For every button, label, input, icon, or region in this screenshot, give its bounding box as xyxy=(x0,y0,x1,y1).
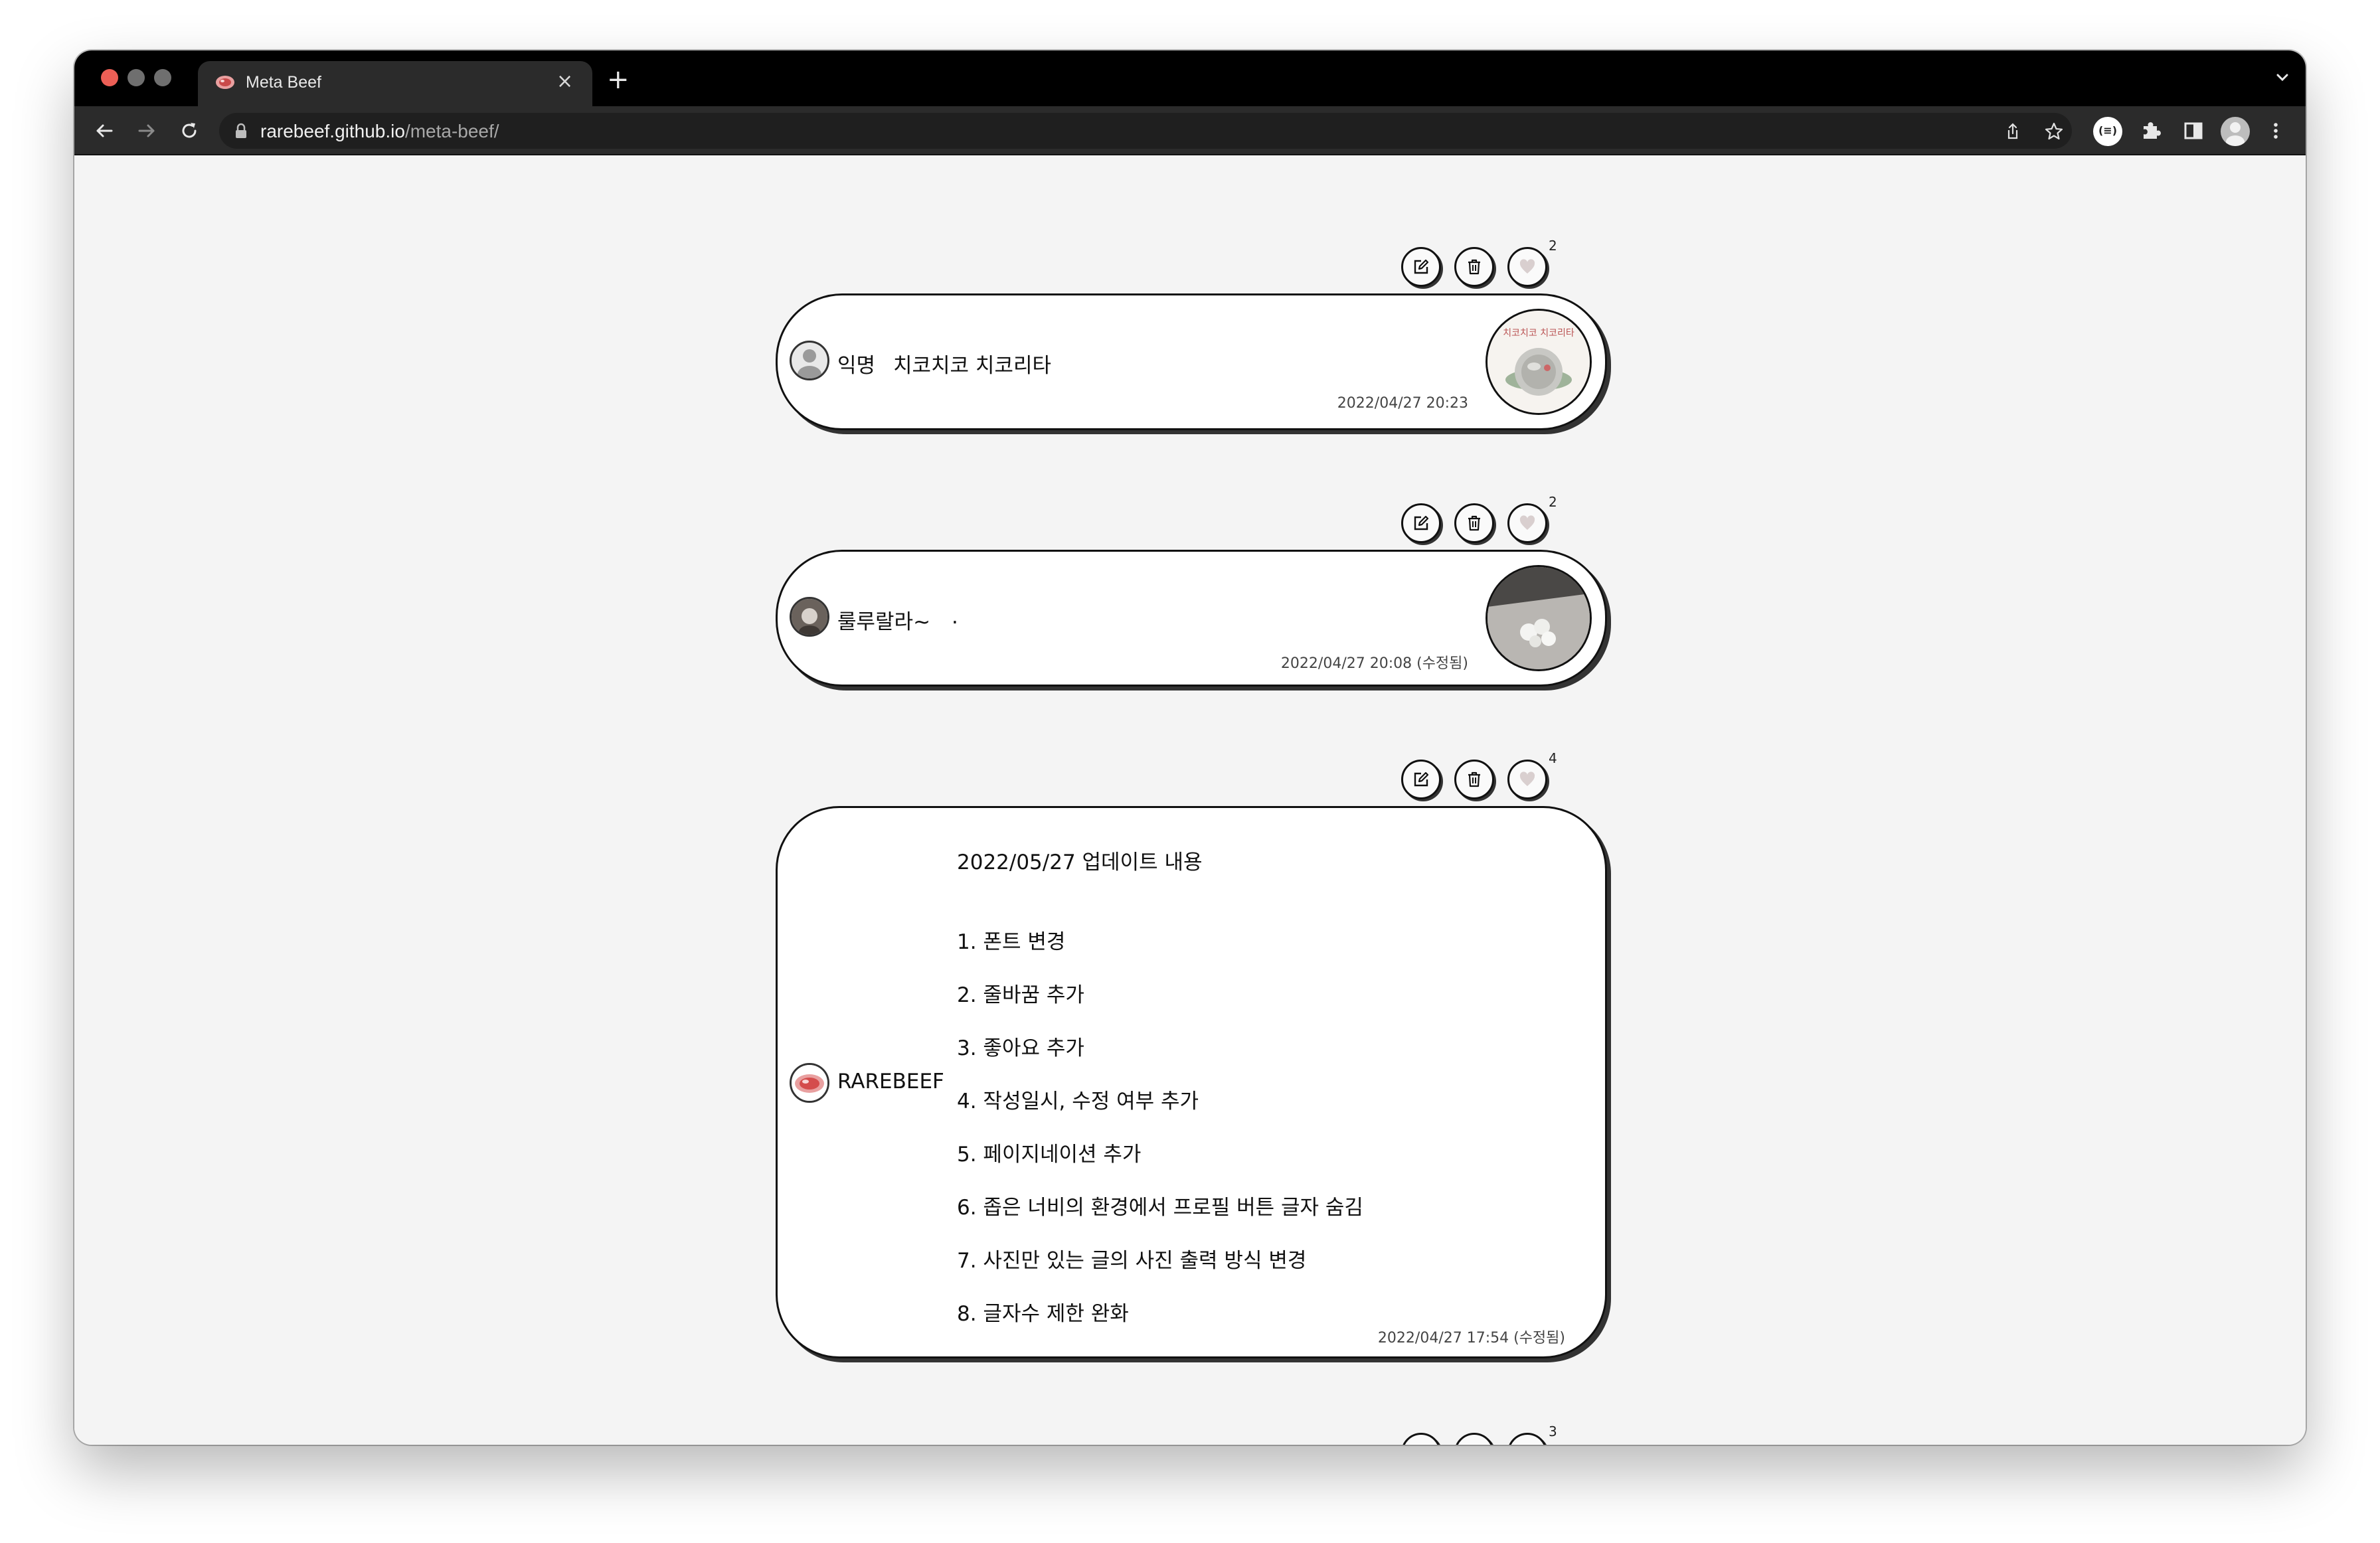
post-item: 2 익명 치코치코 치코리타 치코치코 치코리타 2022/04/27 20:2… xyxy=(776,238,1607,446)
post-card: RAREBEEF 2022/05/27 업데이트 내용 1. 폰트 변경 2. … xyxy=(776,806,1607,1358)
like-count: 3 xyxy=(1549,1423,1557,1439)
edit-icon xyxy=(1414,259,1429,274)
heart-icon xyxy=(1519,259,1535,274)
user-photo-icon xyxy=(792,599,827,635)
like-count: 4 xyxy=(1549,750,1557,766)
reload-icon[interactable] xyxy=(177,118,202,143)
list-item: 1. 폰트 변경 xyxy=(957,930,1066,954)
delete-button[interactable] xyxy=(1454,503,1494,543)
extension-badge-label: (≡) xyxy=(2098,124,2118,137)
like-button[interactable] xyxy=(1507,503,1547,543)
list-item: 3. 좋아요 추가 xyxy=(957,1036,1084,1060)
author-name: 룰루랄라~ xyxy=(837,610,931,634)
post-card: 익명 치코치코 치코리타 치코치코 치코리타 2022/04/27 20:23 xyxy=(776,293,1607,430)
heart-icon xyxy=(1519,515,1535,530)
page-content: 2 익명 치코치코 치코리타 치코치코 치코리타 2022/04/27 20:2… xyxy=(74,155,2306,1445)
share-icon[interactable] xyxy=(2003,122,2023,141)
more-menu-icon[interactable] xyxy=(2263,118,2288,143)
edit-button[interactable] xyxy=(1401,247,1441,287)
edit-icon xyxy=(1414,772,1429,787)
back-arrow-icon[interactable] xyxy=(92,118,117,143)
post-title: 2022/05/27 업데이트 내용 xyxy=(957,851,1203,874)
edit-icon xyxy=(1414,515,1429,530)
post-date: 2022/04/27 17:54 (수정됨) xyxy=(1377,1330,1565,1346)
url-host: rarebeef.github.io xyxy=(260,121,405,141)
like-button[interactable] xyxy=(1507,247,1547,287)
tab-title: Meta Beef xyxy=(246,73,321,92)
minimize-window-button[interactable] xyxy=(128,69,145,86)
post-image[interactable]: 치코치코 치코리타 xyxy=(1486,309,1592,415)
post-item: 4 RAREBEEF 2022/05/27 업데이트 내용 1. 폰트 변경 2… xyxy=(776,750,1607,1358)
post-actions: 3 xyxy=(776,1423,1607,1445)
new-tab-button[interactable]: + xyxy=(607,66,630,93)
post-image[interactable] xyxy=(1486,565,1592,671)
default-user-icon xyxy=(798,349,821,378)
post-date: 2022/04/27 20:08 (수정됨) xyxy=(1280,655,1468,672)
avatar[interactable] xyxy=(790,341,829,380)
list-item: 8. 글자수 제한 완화 xyxy=(957,1302,1129,1326)
edit-button[interactable] xyxy=(1401,1433,1441,1445)
chevron-down-icon[interactable] xyxy=(2272,68,2292,88)
like-count: 2 xyxy=(1549,238,1557,254)
side-panel-icon[interactable] xyxy=(2181,118,2206,143)
profile-avatar[interactable] xyxy=(2221,117,2250,146)
list-item: 5. 페이지네이션 추가 xyxy=(957,1143,1142,1167)
url-text: rarebeef.github.io/meta-beef/ xyxy=(260,121,499,142)
browser-window: Meta Beef × + rarebeef.github.io/meta-be… xyxy=(74,50,2306,1445)
list-item: 4. 작성일시, 수정 여부 추가 xyxy=(957,1090,1199,1113)
list-item: 2. 줄바꿈 추가 xyxy=(957,983,1084,1007)
edit-button[interactable] xyxy=(1401,503,1441,543)
heart-icon xyxy=(1518,1443,1537,1445)
browser-toolbar: rarebeef.github.io/meta-beef/ (≡) xyxy=(74,106,2306,155)
post-text: 치코치코 치코리타 xyxy=(893,354,1052,378)
list-item: 7. 사진만 있는 글의 사진 출력 방식 변경 xyxy=(957,1249,1307,1273)
trash-icon xyxy=(1468,515,1480,531)
maximize-window-button[interactable] xyxy=(154,69,171,86)
tab-bar: Meta Beef × + xyxy=(74,50,2306,106)
cabbage-photo-icon: 치코치코 치코리타 xyxy=(1488,311,1590,413)
post-date: 2022/04/27 20:23 xyxy=(1337,395,1468,412)
extension-badge-icon[interactable]: (≡) xyxy=(2093,117,2122,146)
meat-logo-icon xyxy=(792,1065,827,1101)
forward-arrow-icon[interactable] xyxy=(134,118,159,143)
meat-favicon-icon xyxy=(216,76,234,89)
post-card: 룰루랄라~ . 2022/04/27 20:08 (수정됨) xyxy=(776,550,1607,687)
list-item: 6. 좁은 너비의 환경에서 프로필 버튼 글자 숨김 xyxy=(957,1196,1363,1220)
post-item: 2 룰루랄라~ . 2022/04/27 20:08 (수정됨) xyxy=(776,494,1607,702)
trash-icon xyxy=(1465,1443,1484,1445)
bookmark-star-icon[interactable] xyxy=(2044,122,2064,141)
post-text: . xyxy=(952,605,958,629)
like-button[interactable] xyxy=(1507,1433,1547,1445)
author-name: RAREBEEF xyxy=(837,1070,944,1094)
tab-close-icon[interactable]: × xyxy=(556,72,573,92)
edit-icon xyxy=(1412,1443,1430,1445)
delete-button[interactable] xyxy=(1454,760,1494,799)
url-path: /meta-beef/ xyxy=(404,121,499,141)
lock-icon[interactable] xyxy=(234,123,248,139)
heart-icon xyxy=(1519,772,1535,786)
delete-button[interactable] xyxy=(1454,247,1494,287)
close-window-button[interactable] xyxy=(101,69,118,86)
like-button[interactable] xyxy=(1507,760,1547,799)
thumbnail-caption: 치코치코 치코리타 xyxy=(1503,328,1574,339)
avatar[interactable] xyxy=(790,1063,829,1103)
tab-meta-beef[interactable]: Meta Beef × xyxy=(198,61,592,106)
flowers-photo-icon xyxy=(1488,567,1590,669)
profile-person-icon xyxy=(2226,122,2245,146)
author-name: 익명 xyxy=(837,354,876,378)
trash-icon xyxy=(1468,772,1480,787)
address-bar[interactable]: rarebeef.github.io/meta-beef/ xyxy=(219,113,2072,149)
trash-icon xyxy=(1468,259,1480,275)
edit-button[interactable] xyxy=(1401,760,1441,799)
like-count: 2 xyxy=(1549,494,1557,510)
post-item: 3 xyxy=(776,1423,1607,1445)
avatar[interactable] xyxy=(790,597,829,637)
delete-button[interactable] xyxy=(1454,1433,1494,1445)
puzzle-extensions-icon[interactable] xyxy=(2138,118,2164,143)
